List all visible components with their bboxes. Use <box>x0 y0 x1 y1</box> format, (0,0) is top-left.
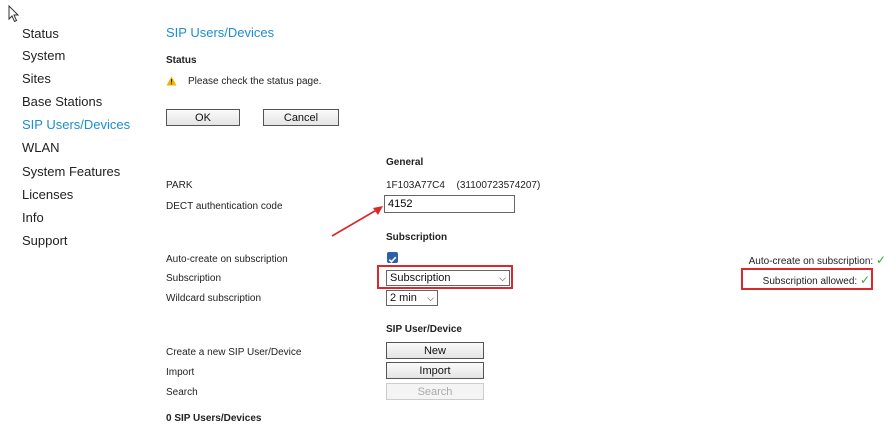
nav-item-licenses[interactable]: Licenses <box>22 187 73 202</box>
status-heading: Status <box>166 55 197 66</box>
search-label: Search <box>166 387 198 398</box>
create-sip-label: Create a new SIP User/Device <box>166 347 302 358</box>
check-icon: ✓ <box>875 253 886 267</box>
mouse-cursor-icon <box>8 5 20 23</box>
wildcard-select-value: 2 min <box>390 292 417 304</box>
ok-button[interactable]: OK <box>166 109 240 126</box>
chevron-down-icon: ⌵ <box>427 293 434 303</box>
subscription-select[interactable]: Subscription ⌵ <box>386 270 510 286</box>
nav-item-base-stations[interactable]: Base Stations <box>22 94 102 109</box>
status-subscription-allowed-text: Subscription allowed: <box>762 276 858 287</box>
subscription-label: Subscription <box>166 273 222 284</box>
subscription-heading: Subscription <box>386 232 448 243</box>
park-number: (31100723574207) <box>456 180 541 191</box>
annotation-arrow <box>331 206 383 237</box>
park-label: PARK <box>166 180 193 191</box>
status-subscription-allowed: Subscription allowed: ✓ <box>763 273 870 287</box>
check-icon: ✓ <box>859 273 870 287</box>
status-message: Please check the status page. <box>188 76 322 87</box>
nav-item-status[interactable]: Status <box>22 26 59 41</box>
import-button[interactable]: Import <box>386 362 484 379</box>
park-value: 1F103A77C4 (31100723574207) <box>386 180 540 191</box>
cancel-button[interactable]: Cancel <box>263 109 339 126</box>
warning-icon <box>166 76 177 86</box>
sip-heading: SIP User/Device <box>386 324 462 335</box>
page-title: SIP Users/Devices <box>166 25 275 40</box>
import-label: Import <box>166 367 195 378</box>
subscription-select-value: Subscription <box>390 272 451 284</box>
wildcard-select[interactable]: 2 min ⌵ <box>386 290 438 306</box>
auto-create-checkbox[interactable] <box>387 252 398 263</box>
park-id: 1F103A77C4 <box>386 180 445 191</box>
nav-item-sip-users-devices[interactable]: SIP Users/Devices <box>22 117 130 132</box>
auto-create-label: Auto-create on subscription <box>166 254 288 265</box>
new-button[interactable]: New <box>386 342 484 359</box>
dect-auth-input[interactable] <box>384 195 515 213</box>
general-heading: General <box>386 157 424 168</box>
nav-item-info[interactable]: Info <box>22 210 44 225</box>
status-auto-create: Auto-create on subscription: ✓ <box>749 253 886 267</box>
status-auto-create-text: Auto-create on subscription: <box>748 256 874 267</box>
nav-item-support[interactable]: Support <box>22 233 68 248</box>
search-button[interactable]: Search <box>386 383 484 400</box>
chevron-down-icon: ⌵ <box>499 273 506 283</box>
dect-auth-label: DECT authentication code <box>166 201 283 212</box>
nav-item-system[interactable]: System <box>22 48 65 63</box>
wildcard-label: Wildcard subscription <box>166 293 262 304</box>
sip-count: 0 SIP Users/Devices <box>166 413 262 424</box>
nav-item-system-features[interactable]: System Features <box>22 164 120 179</box>
nav-item-sites[interactable]: Sites <box>22 71 51 86</box>
nav-item-wlan[interactable]: WLAN <box>22 140 60 155</box>
